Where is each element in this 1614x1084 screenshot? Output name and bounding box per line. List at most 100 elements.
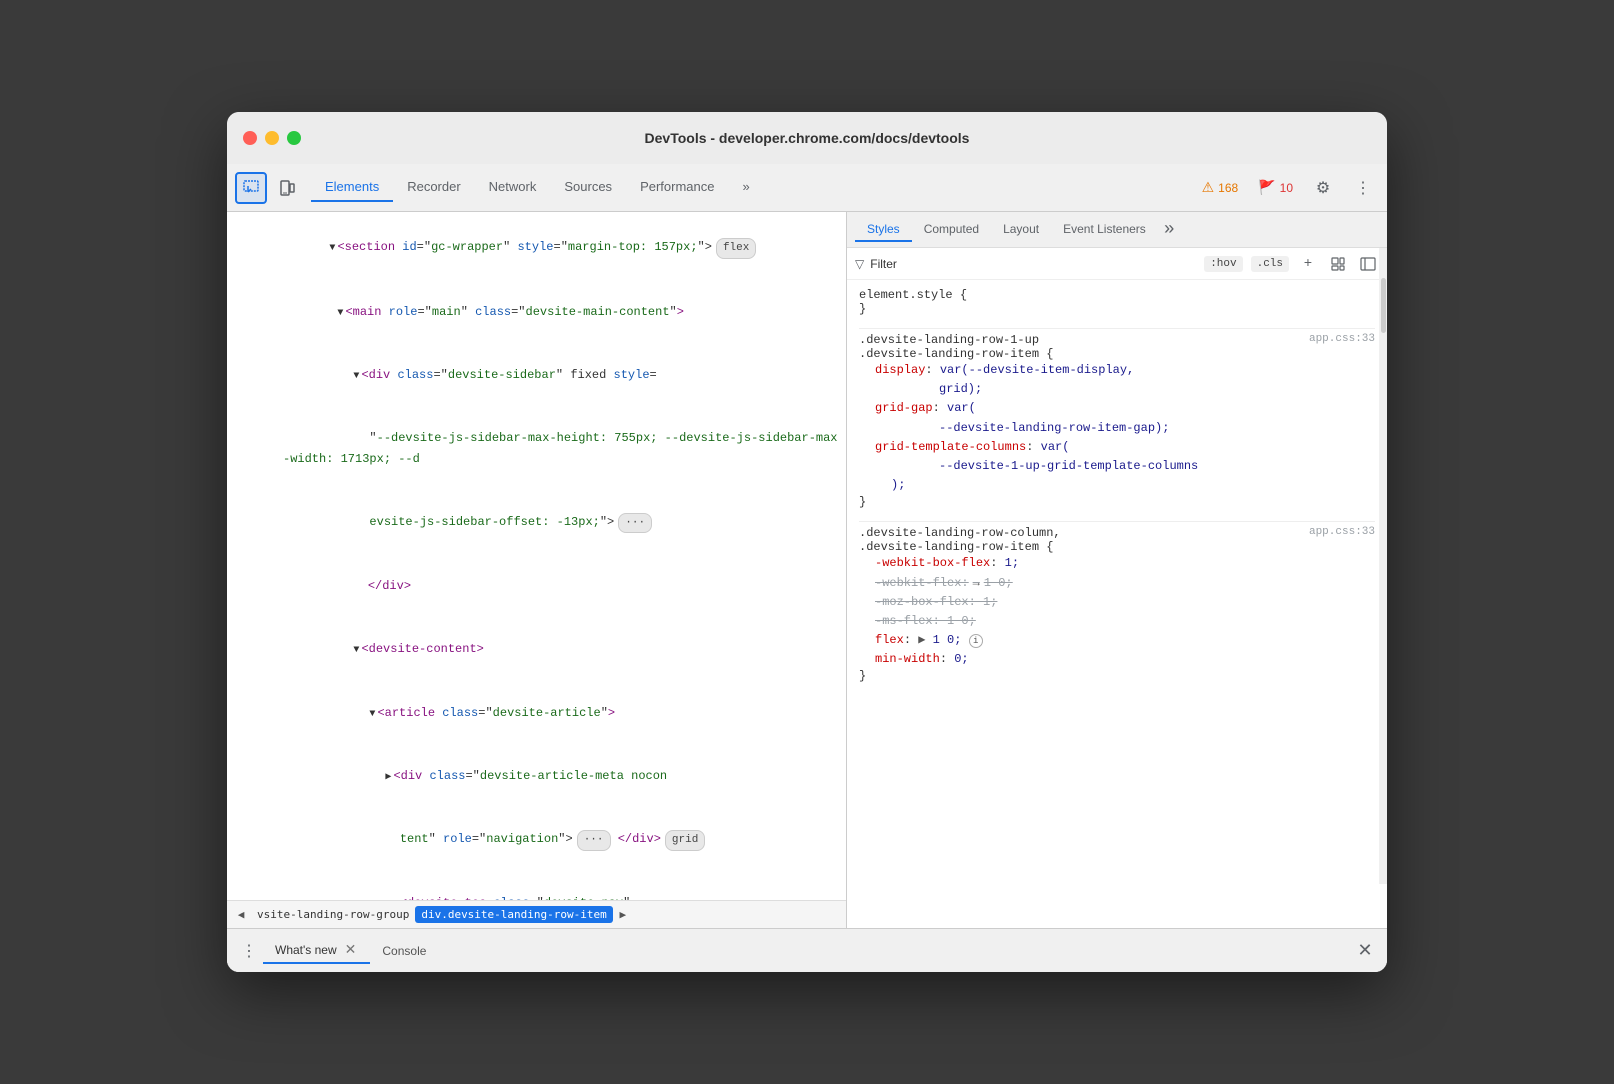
- css-close-brace: }: [859, 302, 866, 316]
- error-count[interactable]: 🚩 10: [1252, 177, 1299, 198]
- drawer-close-button[interactable]: ✕: [1351, 937, 1379, 965]
- css-selector-1[interactable]: .devsite-landing-row-1-up: [859, 333, 1053, 347]
- css-selector-4[interactable]: .devsite-landing-row-item {: [859, 540, 1061, 554]
- html-line[interactable]: </div>: [227, 555, 846, 618]
- add-style-button[interactable]: +: [1297, 253, 1319, 275]
- prop-value-mw: 0;: [954, 652, 968, 666]
- html-line[interactable]: ▼<main role="main" class="devsite-main-c…: [227, 280, 846, 343]
- ms-flex-text: -ms-flex: 1 0;: [875, 614, 976, 628]
- tab-styles[interactable]: Styles: [855, 218, 912, 242]
- scrollbar-thumb[interactable]: [1381, 278, 1386, 333]
- breadcrumb-item-row-item[interactable]: div.devsite-landing-row-item: [415, 906, 612, 923]
- html-line[interactable]: <devsite-toc class="devsite-nav": [227, 872, 846, 900]
- tab-layout[interactable]: Layout: [991, 218, 1051, 242]
- prop-name-2: grid-gap: [875, 401, 933, 415]
- filter-box: ▽ Filter: [855, 257, 1196, 271]
- more-tabs-button[interactable]: »: [728, 173, 763, 202]
- drawer-tab-whats-new[interactable]: What's new ✕: [263, 937, 370, 964]
- tab-performance[interactable]: Performance: [626, 173, 728, 202]
- css-property-webkit-flex[interactable]: -webkit-flex: → 1 0;: [859, 574, 1375, 593]
- prop-name-mw: min-width: [875, 652, 940, 666]
- main-tabs: Elements Recorder Network Sources Perfor…: [311, 173, 764, 202]
- css-rule-header-2: .devsite-landing-row-column, .devsite-la…: [859, 526, 1375, 554]
- css-property-moz-box-flex[interactable]: -moz-box-flex: 1;: [859, 593, 1375, 612]
- css-selector-2[interactable]: .devsite-landing-row-item {: [859, 347, 1053, 361]
- html-line[interactable]: ▼<article class="devsite-article">: [227, 681, 846, 744]
- toggle-sidebar-button[interactable]: [1357, 253, 1379, 275]
- warning-count[interactable]: ⚠ 168: [1196, 177, 1245, 198]
- html-line[interactable]: ▶<div class="devsite-article-meta nocon: [227, 744, 846, 807]
- elements-panel: ▼<section id="gc-wrapper" style="margin-…: [227, 212, 847, 928]
- drawer-tab-console[interactable]: Console: [370, 940, 438, 962]
- css-selector-3[interactable]: .devsite-landing-row-column,: [859, 526, 1061, 540]
- css-property-ms-flex[interactable]: -ms-flex: 1 0;: [859, 612, 1375, 631]
- close-button[interactable]: [243, 131, 257, 145]
- css-rule-header: .devsite-landing-row-1-up .devsite-landi…: [859, 333, 1375, 361]
- error-number: 10: [1280, 181, 1293, 195]
- css-continuation-1: grid);: [859, 380, 1375, 399]
- whats-new-close-button[interactable]: ✕: [343, 941, 359, 958]
- close-brace: }: [859, 495, 866, 509]
- css-property-grid-template[interactable]: grid-template-columns: var(: [859, 438, 1375, 457]
- tab-event-listeners[interactable]: Event Listeners: [1051, 218, 1158, 242]
- rule-divider-2: [859, 521, 1375, 522]
- tab-recorder[interactable]: Recorder: [393, 173, 474, 202]
- css-property-webkit-box-flex[interactable]: -webkit-box-flex: 1;: [859, 554, 1375, 573]
- css-property-grid-gap[interactable]: grid-gap: var(: [859, 399, 1375, 418]
- more-options-icon[interactable]: ⋮: [1347, 172, 1379, 204]
- grid-badge[interactable]: grid: [665, 830, 705, 851]
- device-svg: [278, 179, 296, 197]
- cont-value-4: );: [891, 478, 905, 492]
- prop-name-3: grid-template-columns: [875, 440, 1026, 454]
- html-line[interactable]: evsite-js-sidebar-offset: -13px;">···: [227, 490, 846, 554]
- settings-icon[interactable]: ⚙: [1307, 172, 1339, 204]
- hov-button[interactable]: :hov: [1204, 256, 1242, 272]
- device-toggle-icon[interactable]: [271, 172, 303, 204]
- css-close-line: }: [859, 302, 1375, 316]
- picker-svg: [242, 179, 260, 197]
- styles-content[interactable]: element.style { } .devsite-landing-row: [847, 280, 1387, 928]
- html-line[interactable]: ▼<devsite-content>: [227, 618, 846, 681]
- scrollbar-track[interactable]: [1379, 248, 1387, 884]
- tab-network[interactable]: Network: [475, 173, 551, 202]
- html-line[interactable]: tent" role="navigation">··· </div>grid: [227, 808, 846, 872]
- css-property-display[interactable]: display: var(--devsite-item-display,: [859, 361, 1375, 380]
- drawer-menu-icon[interactable]: ⋮: [235, 937, 263, 965]
- flex-info-icon[interactable]: i: [969, 634, 983, 648]
- prop-value-flex: 1 0;: [925, 633, 968, 647]
- css-property-min-width[interactable]: min-width: 0;: [859, 650, 1375, 669]
- breadcrumb-back-button[interactable]: ◀: [231, 905, 251, 925]
- ellipsis2-badge[interactable]: ···: [577, 830, 611, 851]
- html-line[interactable]: ▼<div class="devsite-sidebar" fixed styl…: [227, 344, 846, 407]
- breadcrumb-forward-button[interactable]: ▶: [613, 905, 633, 925]
- html-line[interactable]: ▼<section id="gc-wrapper" style="margin-…: [227, 216, 846, 280]
- elements-content[interactable]: ▼<section id="gc-wrapper" style="margin-…: [227, 212, 846, 900]
- ellipsis-badge[interactable]: ···: [618, 513, 652, 534]
- css-selector-line[interactable]: element.style {: [859, 288, 1375, 302]
- prop-name-wbf: -webkit-box-flex: [875, 556, 990, 570]
- css-source-2[interactable]: app.css:33: [1309, 526, 1375, 538]
- tab-elements[interactable]: Elements: [311, 173, 393, 202]
- element-picker-icon[interactable]: [235, 172, 267, 204]
- css-source-1[interactable]: app.css:33: [1309, 333, 1375, 345]
- styles-more-tabs-button[interactable]: »: [1158, 220, 1181, 240]
- html-line[interactable]: "--devsite-js-sidebar-max-height: 755px;…: [227, 407, 846, 491]
- element-style-rule: element.style { }: [859, 288, 1375, 316]
- flex-badge[interactable]: flex: [716, 238, 756, 259]
- arrow-right: →: [973, 574, 980, 593]
- breadcrumb-item-row-group[interactable]: vsite-landing-row-group: [251, 906, 415, 923]
- tab-sources[interactable]: Sources: [550, 173, 626, 202]
- devtools-window: DevTools - developer.chrome.com/docs/dev…: [227, 112, 1387, 972]
- maximize-button[interactable]: [287, 131, 301, 145]
- css-property-flex[interactable]: flex: ▶ 1 0; i: [859, 631, 1375, 650]
- selector-text-3: .devsite-landing-row-column,: [859, 526, 1061, 540]
- css-continuation-3: --devsite-1-up-grid-template-columns: [859, 457, 1375, 476]
- css-selectors-2: .devsite-landing-row-column, .devsite-la…: [859, 526, 1061, 554]
- inspect-element-button[interactable]: [1327, 253, 1349, 275]
- css-selector: element.style {: [859, 288, 967, 302]
- minimize-button[interactable]: [265, 131, 279, 145]
- tab-computed[interactable]: Computed: [912, 218, 991, 242]
- cls-button[interactable]: .cls: [1251, 256, 1289, 272]
- close-brace-2: }: [859, 669, 866, 683]
- window-title: DevTools - developer.chrome.com/docs/dev…: [645, 130, 970, 146]
